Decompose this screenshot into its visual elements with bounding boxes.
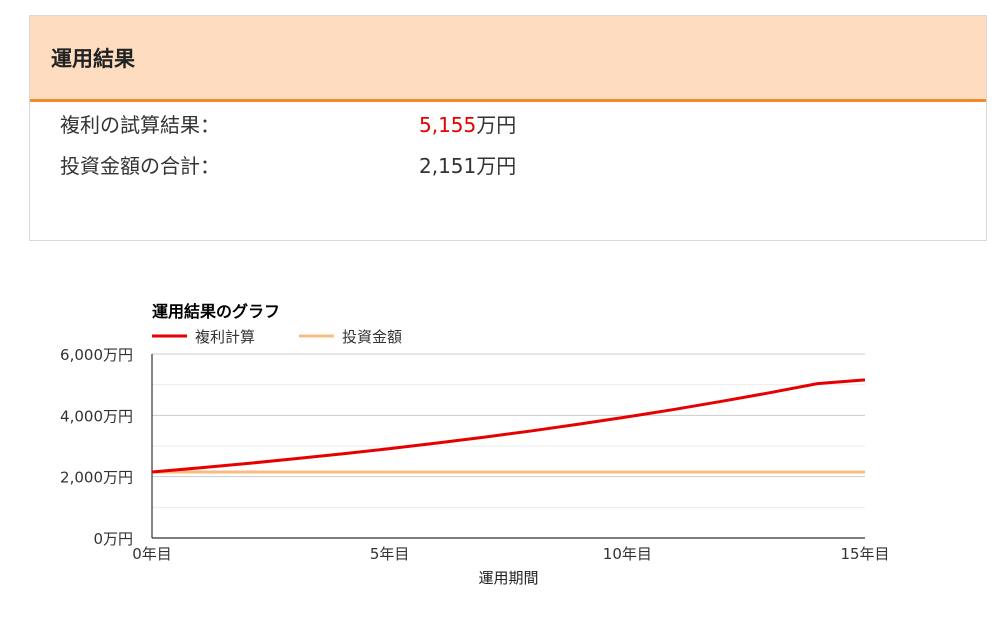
chart-title: 運用結果のグラフ (152, 302, 280, 321)
y-tick-label: 2,000万円 (60, 469, 133, 487)
y-tick-label: 0万円 (93, 530, 133, 548)
compound-result-label: 複利の試算結果： (60, 113, 220, 137)
x-tick-label: 10年目 (603, 545, 652, 563)
x-tick-label: 15年目 (840, 545, 889, 563)
x-tick-label: 0年目 (132, 545, 172, 563)
x-tick-label: 5年目 (370, 545, 410, 563)
legend-label: 投資金額 (342, 328, 402, 346)
invest-total-value: 2,151万円 (419, 154, 517, 178)
result-title: 運用結果 (51, 47, 135, 71)
compound-result-value: 5,155万円 (419, 109, 516, 138)
result-line-chart: 0万円2,000万円4,000万円6,000万円0年目 5年目 10年目 15年目運用… (60, 302, 890, 587)
compound-result-unit: 万円 (476, 113, 517, 137)
y-tick-label: 6,000万円 (60, 346, 133, 364)
x-axis-title: 運用期間 (478, 569, 538, 587)
series-line-0 (151, 378, 866, 474)
y-tick-label: 4,000万円 (60, 407, 133, 425)
invest-total-label: 投資金額の合計： (60, 154, 220, 178)
result-header: 運用結果 (30, 16, 986, 102)
legend-label: 複利計算 (195, 328, 255, 346)
result-panel: 運用結果 複利の試算結果： 5,155万円 投資金額の合計： 2,151万円 (29, 15, 987, 241)
compound-result-number: 5,155 (419, 113, 477, 137)
chart-container: 0万円 2,000万円 4,000万円 6,000万円 0年目 5年目 10年目 15年目 運用… (0, 290, 1001, 613)
